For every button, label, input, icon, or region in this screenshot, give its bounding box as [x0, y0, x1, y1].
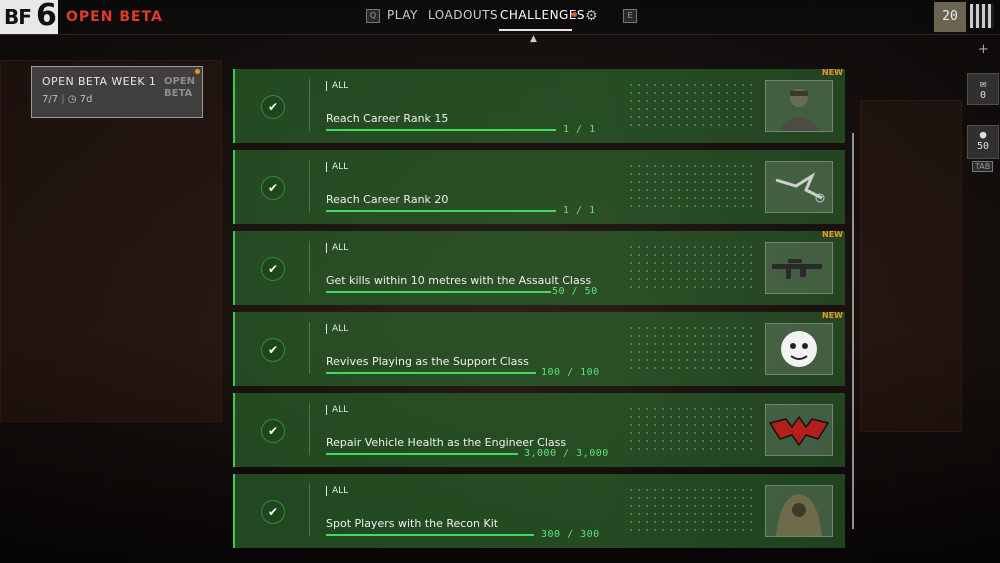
badge-line-2: BETA	[164, 88, 193, 99]
mode-title: OPEN BETA	[66, 9, 163, 25]
notification-dot	[572, 12, 577, 17]
tab-key-hint: TAB	[972, 161, 994, 172]
checkmark-icon: ✔	[261, 176, 285, 200]
challenge-name: Revives Playing as the Support Class	[326, 355, 529, 368]
challenge-card[interactable]: ✔ ALL Spot Players with the Recon Kit 30…	[233, 474, 845, 548]
nav-key-e: E	[623, 9, 637, 23]
player-rank-badge[interactable]: 20	[934, 2, 966, 32]
checkmark-icon: ✔	[261, 338, 285, 362]
weapon-charm-icon[interactable]	[765, 161, 833, 213]
challenge-name: Reach Career Rank 20	[326, 193, 449, 206]
progress-bar	[326, 372, 536, 374]
challenge-name: Reach Career Rank 15	[326, 112, 449, 125]
checkmark-icon: ✔	[261, 95, 285, 119]
dot-pattern	[627, 405, 757, 455]
nav-key-q: Q	[366, 9, 380, 23]
challenge-progress: 300 / 300	[541, 529, 600, 540]
tab-play[interactable]: PLAY	[387, 8, 418, 22]
divider	[309, 241, 310, 293]
challenge-category: ALL	[326, 405, 348, 415]
dot-pattern	[627, 486, 757, 536]
challenge-card[interactable]: ✔ ALL Reach Career Rank 15 1 / 1 NEW	[233, 68, 845, 143]
progress-bar	[326, 291, 551, 293]
open-beta-badge: OPEN BETA	[164, 76, 195, 100]
challenge-progress: 3,000 / 3,000	[524, 448, 609, 459]
bulldog-emblem-icon[interactable]	[765, 323, 833, 375]
challenge-category: ALL	[326, 324, 348, 334]
checkmark-icon: ✔	[261, 500, 285, 524]
tab-loadouts[interactable]: LOADOUTS	[428, 8, 498, 22]
new-label: NEW	[822, 230, 843, 239]
top-bar: BF 6 OPEN BETA Q PLAY LOADOUTS CHALLENGE…	[0, 0, 1000, 35]
checkmark-icon: ✔	[261, 419, 285, 443]
dot-pattern	[627, 243, 757, 293]
squad-count: 50	[976, 141, 990, 152]
challenge-card[interactable]: ✔ ALL Reach Career Rank 20 1 / 1	[233, 150, 845, 224]
logo-six-text: 6	[36, 0, 57, 33]
new-label: NEW	[822, 68, 843, 77]
divider	[309, 79, 310, 131]
bf6-logo[interactable]: BF 6	[0, 0, 58, 34]
bat-emblem-icon[interactable]	[765, 404, 833, 456]
progress-bar	[326, 129, 556, 131]
challenge-category: ALL	[326, 162, 348, 172]
gear-icon[interactable]: ⚙	[585, 8, 598, 24]
checkmark-icon: ✔	[261, 257, 285, 281]
qr-code-icon	[970, 4, 994, 28]
challenge-category: ALL	[326, 81, 348, 91]
logo-bf-text: BF	[4, 5, 32, 29]
assault-rifle-icon[interactable]	[765, 242, 833, 294]
week-meta: 7/7 | ◷ 7d	[42, 94, 92, 105]
dot-pattern	[627, 162, 757, 212]
squad-widget[interactable]: ● 50	[967, 125, 999, 159]
new-indicator-dot	[195, 69, 200, 74]
divider	[309, 322, 310, 374]
clock-icon: ◷	[67, 94, 77, 105]
challenge-category: ALL	[326, 243, 348, 253]
week-card[interactable]: OPEN BETA WEEK 1 7/7 | ◷ 7d OPEN BETA	[31, 66, 203, 118]
divider	[309, 403, 310, 455]
dot-pattern	[627, 324, 757, 374]
progress-bar	[326, 210, 556, 212]
week-title: OPEN BETA WEEK 1	[42, 75, 157, 88]
challenge-category: ALL	[326, 486, 348, 496]
week-progress: 7/7	[42, 94, 59, 105]
soldier-skin-icon[interactable]	[765, 80, 833, 132]
divider	[309, 484, 310, 536]
badge-line-1: OPEN	[164, 76, 196, 87]
challenge-progress: 1 / 1	[563, 124, 596, 135]
challenge-card[interactable]: ✔ ALL Get kills within 10 metres with th…	[233, 230, 845, 305]
challenge-card[interactable]: ✔ ALL Revives Playing as the Support Cla…	[233, 311, 845, 386]
week-time-left: 7d	[79, 94, 93, 105]
challenge-progress: 100 / 100	[541, 367, 600, 378]
progress-bar	[326, 453, 518, 455]
mail-count: 0	[979, 90, 987, 101]
active-tab-underline	[499, 29, 572, 31]
new-label: NEW	[822, 311, 843, 320]
background-panel	[860, 100, 962, 432]
ghillie-skin-icon[interactable]	[765, 485, 833, 537]
scrollbar[interactable]	[852, 133, 854, 529]
caret-up-icon: ▲	[530, 34, 537, 44]
add-icon[interactable]: +	[978, 42, 989, 57]
challenge-name: Spot Players with the Recon Kit	[326, 517, 499, 530]
mail-icon: ✉	[979, 77, 987, 90]
divider	[309, 160, 310, 212]
dot-pattern	[627, 81, 757, 131]
squad-icon: ●	[979, 128, 987, 141]
challenge-progress: 50 / 50	[552, 286, 598, 297]
challenge-card[interactable]: ✔ ALL Repair Vehicle Health as the Engin…	[233, 393, 845, 467]
progress-bar	[326, 534, 534, 536]
challenge-progress: 1 / 1	[563, 205, 596, 216]
mail-widget[interactable]: ✉ 0	[967, 73, 999, 105]
